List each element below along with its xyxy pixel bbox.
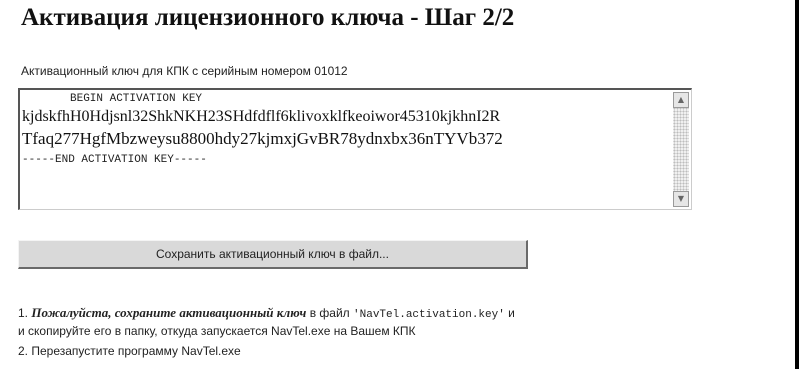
- instruction-text: в файл: [306, 306, 354, 320]
- instruction-line-1: 1. Пожалуйста, сохраните активационный к…: [18, 305, 515, 321]
- save-key-button[interactable]: Сохранить активационный ключ в файл...: [18, 240, 528, 269]
- end-marker: -----END ACTIVATION KEY-----: [22, 154, 207, 166]
- instruction-tail: и: [504, 306, 515, 320]
- subtitle: Активационный ключ для КПК с серийным но…: [21, 64, 348, 78]
- vertical-scrollbar[interactable]: ▲ ▼: [673, 92, 689, 207]
- instruction-line-2: и скопируйте его в папку, откуда запуска…: [18, 324, 416, 338]
- instruction-number: 1.: [18, 306, 29, 320]
- scroll-down-icon[interactable]: ▼: [673, 191, 689, 207]
- key-line-2: Tfaq277HgfMbzweysu8800hdy27kjmxjGvBR78yd…: [22, 129, 503, 148]
- begin-marker: BEGIN ACTIVATION KEY: [70, 93, 203, 105]
- activation-key-textarea[interactable]: BEGIN ACTIVATION KEY kjdskfhH0Hdjsnl32Sh…: [18, 88, 692, 210]
- instruction-line-3: 2. Перезапустите программу NavTel.exe: [18, 344, 241, 358]
- instruction-filename: 'NavTel.activation.key': [353, 309, 505, 321]
- page-title: Активация лицензионного ключа - Шаг 2/2: [21, 4, 515, 31]
- activation-key-content: BEGIN ACTIVATION KEY kjdskfhH0Hdjsnl32Sh…: [22, 92, 671, 207]
- instruction-emphasis: Пожалуйста, сохраните активационный ключ: [31, 305, 307, 320]
- window-frame-edge: [795, 0, 799, 369]
- scroll-up-icon[interactable]: ▲: [673, 92, 689, 108]
- key-line-1: kjdskfhH0Hdjsnl32ShkNKH23SHdfdflf6klivox…: [22, 108, 501, 125]
